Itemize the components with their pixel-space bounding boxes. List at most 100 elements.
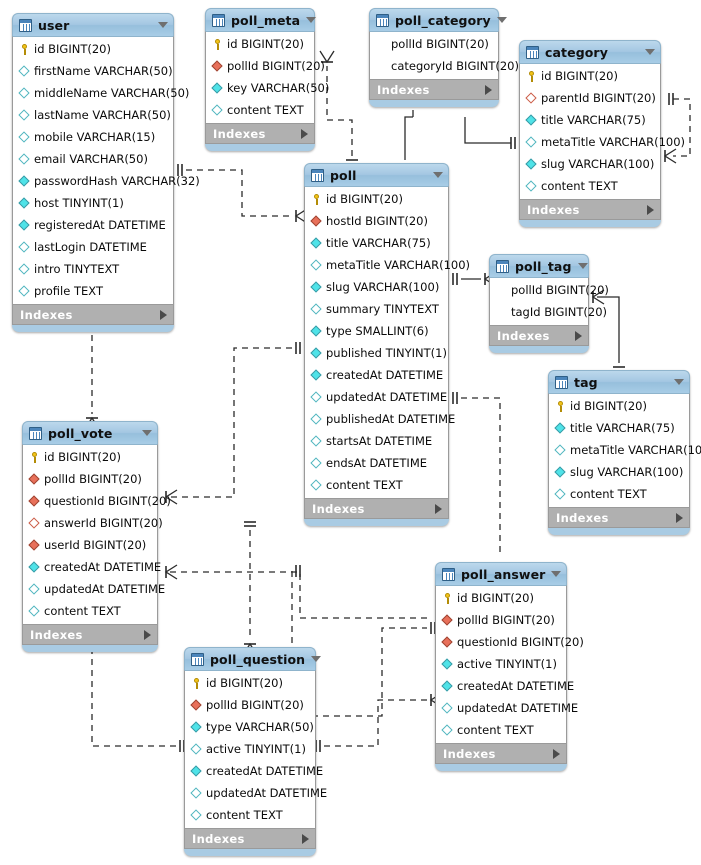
table-field[interactable]: pollId BIGINT(20) (370, 33, 498, 55)
table-field[interactable]: pollId BIGINT(20) (185, 694, 315, 716)
table-field[interactable]: lastName VARCHAR(50) (13, 104, 173, 126)
table-field[interactable]: metaTitle VARCHAR(100) (305, 254, 470, 276)
table-field[interactable]: firstName VARCHAR(50) (13, 60, 173, 82)
table-field[interactable]: content TEXT (520, 175, 660, 197)
table-field[interactable]: type SMALLINT(6) (305, 320, 448, 342)
table-field[interactable]: id BIGINT(20) (520, 65, 660, 87)
table-field[interactable]: middleName VARCHAR(50) (13, 82, 189, 104)
table-poll_question[interactable]: poll_question id BIGINT(20) pollId BIGINT(… (184, 647, 327, 856)
table-field[interactable]: categoryId BIGINT(20) (370, 55, 519, 77)
indexes-section-category[interactable]: Indexes (519, 199, 661, 220)
indexes-section-poll_meta[interactable]: Indexes (205, 123, 315, 144)
table-field[interactable]: content TEXT (206, 99, 314, 121)
table-field[interactable]: type VARCHAR(50) (185, 716, 315, 738)
table-field[interactable]: active TINYINT(1) (185, 738, 315, 760)
indexes-section-poll_tag[interactable]: Indexes (489, 325, 589, 346)
chevron-down-icon[interactable] (577, 263, 588, 269)
table-category[interactable]: category id BIGINT(20) parentId BIGINT(20)… (519, 40, 685, 227)
table-field[interactable]: createdAt DATETIME (185, 760, 323, 782)
table-poll_category[interactable]: poll_category pollId BIGINT(20) categoryId… (369, 8, 519, 107)
chevron-right-icon[interactable] (485, 84, 492, 95)
table-field[interactable]: id BIGINT(20) (206, 33, 314, 55)
table-field[interactable]: slug VARCHAR(100) (549, 461, 689, 483)
table-field[interactable]: email VARCHAR(50) (13, 148, 173, 170)
table-field[interactable]: createdAt DATETIME (436, 675, 574, 697)
table-field[interactable]: title VARCHAR(75) (549, 417, 689, 439)
table-header-poll_category[interactable]: poll_category (369, 8, 507, 31)
table-field[interactable]: updatedAt DATETIME (23, 578, 165, 600)
table-field[interactable]: pollId BIGINT(20) (206, 55, 325, 77)
table-field[interactable]: content TEXT (23, 600, 157, 622)
indexes-section-poll_category[interactable]: Indexes (369, 79, 499, 100)
indexes-section-poll[interactable]: Indexes (304, 498, 449, 519)
table-field[interactable]: updatedAt DATETIME (436, 697, 578, 719)
table-header-user[interactable]: user (12, 13, 174, 36)
chevron-down-icon[interactable] (645, 49, 655, 55)
table-field[interactable]: passwordHash VARCHAR(32) (13, 170, 200, 192)
table-field[interactable]: content TEXT (436, 719, 566, 741)
table-field[interactable]: registeredAt DATETIME (13, 214, 173, 236)
table-field[interactable]: content TEXT (305, 474, 448, 496)
indexes-section-poll_vote[interactable]: Indexes (22, 624, 158, 645)
chevron-right-icon[interactable] (144, 629, 151, 640)
table-field[interactable]: updatedAt DATETIME (185, 782, 327, 804)
table-header-poll_tag[interactable]: poll_tag (489, 254, 589, 277)
table-field[interactable]: hostId BIGINT(20) (305, 210, 448, 232)
table-field[interactable]: id BIGINT(20) (305, 188, 448, 210)
table-field[interactable]: title VARCHAR(75) (520, 109, 660, 131)
table-field[interactable]: endsAt DATETIME (305, 452, 448, 474)
table-field[interactable]: pollId BIGINT(20) (23, 468, 157, 490)
table-poll_vote[interactable]: poll_vote id BIGINT(20) pollId BIGINT(20) q… (22, 421, 171, 652)
indexes-section-poll_answer[interactable]: Indexes (435, 743, 567, 764)
table-field[interactable]: intro TINYTEXT (13, 258, 173, 280)
chevron-right-icon[interactable] (575, 330, 582, 341)
table-header-poll_question[interactable]: poll_question (184, 647, 322, 670)
chevron-down-icon[interactable] (674, 379, 684, 385)
table-header-category[interactable]: category (519, 40, 661, 63)
table-field[interactable]: pollId BIGINT(20) (490, 279, 609, 301)
chevron-right-icon[interactable] (301, 128, 308, 139)
table-field[interactable]: answerId BIGINT(20) (23, 512, 163, 534)
chevron-right-icon[interactable] (676, 512, 683, 523)
chevron-down-icon[interactable] (551, 571, 562, 577)
table-field[interactable]: active TINYINT(1) (436, 653, 566, 675)
table-field[interactable]: id BIGINT(20) (23, 446, 157, 468)
table-field[interactable]: slug VARCHAR(100) (520, 153, 660, 175)
indexes-section-user[interactable]: Indexes (12, 304, 174, 325)
chevron-down-icon[interactable] (158, 22, 168, 28)
indexes-section-poll_question[interactable]: Indexes (184, 828, 316, 849)
table-header-poll_answer[interactable]: poll_answer (435, 562, 567, 585)
table-field[interactable]: id BIGINT(20) (185, 672, 315, 694)
table-field[interactable]: profile TEXT (13, 280, 173, 302)
chevron-right-icon[interactable] (647, 204, 654, 215)
table-field[interactable]: key VARCHAR(50) (206, 77, 329, 99)
table-field[interactable]: id BIGINT(20) (13, 38, 173, 60)
chevron-down-icon[interactable] (433, 172, 443, 178)
chevron-right-icon[interactable] (553, 748, 560, 759)
table-tag[interactable]: tag id BIGINT(20) title VARCHAR(75) metaTit… (548, 370, 701, 535)
table-poll_meta[interactable]: poll_meta id BIGINT(20) pollId BIGINT(20) k… (205, 8, 329, 151)
table-field[interactable]: questionId BIGINT(20) (436, 631, 584, 653)
table-field[interactable]: mobile VARCHAR(15) (13, 126, 173, 148)
table-field[interactable]: published TINYINT(1) (305, 342, 448, 364)
chevron-right-icon[interactable] (435, 503, 442, 514)
table-user[interactable]: user id BIGINT(20) firstName VARCHAR(50) mi… (12, 13, 200, 332)
table-field[interactable]: startsAt DATETIME (305, 430, 448, 452)
table-poll_tag[interactable]: poll_tag pollId BIGINT(20) tagId BIGINT(20… (489, 254, 609, 353)
table-field[interactable]: parentId BIGINT(20) (520, 87, 660, 109)
table-field[interactable]: content TEXT (549, 483, 689, 505)
table-field[interactable]: createdAt DATETIME (305, 364, 448, 386)
table-header-poll_meta[interactable]: poll_meta (205, 8, 317, 31)
table-field[interactable]: id BIGINT(20) (436, 587, 566, 609)
chevron-down-icon[interactable] (142, 430, 152, 436)
table-field[interactable]: id BIGINT(20) (549, 395, 689, 417)
table-poll_answer[interactable]: poll_answer id BIGINT(20) pollId BIGINT(20… (435, 562, 584, 771)
table-field[interactable]: pollId BIGINT(20) (436, 609, 566, 631)
table-field[interactable]: host TINYINT(1) (13, 192, 173, 214)
table-field[interactable]: metaTitle VARCHAR(100) (549, 439, 701, 461)
table-field[interactable]: tagId BIGINT(20) (490, 301, 607, 323)
table-header-poll[interactable]: poll (304, 163, 449, 186)
chevron-right-icon[interactable] (160, 309, 167, 320)
chevron-right-icon[interactable] (302, 833, 309, 844)
chevron-down-icon[interactable] (306, 17, 317, 23)
